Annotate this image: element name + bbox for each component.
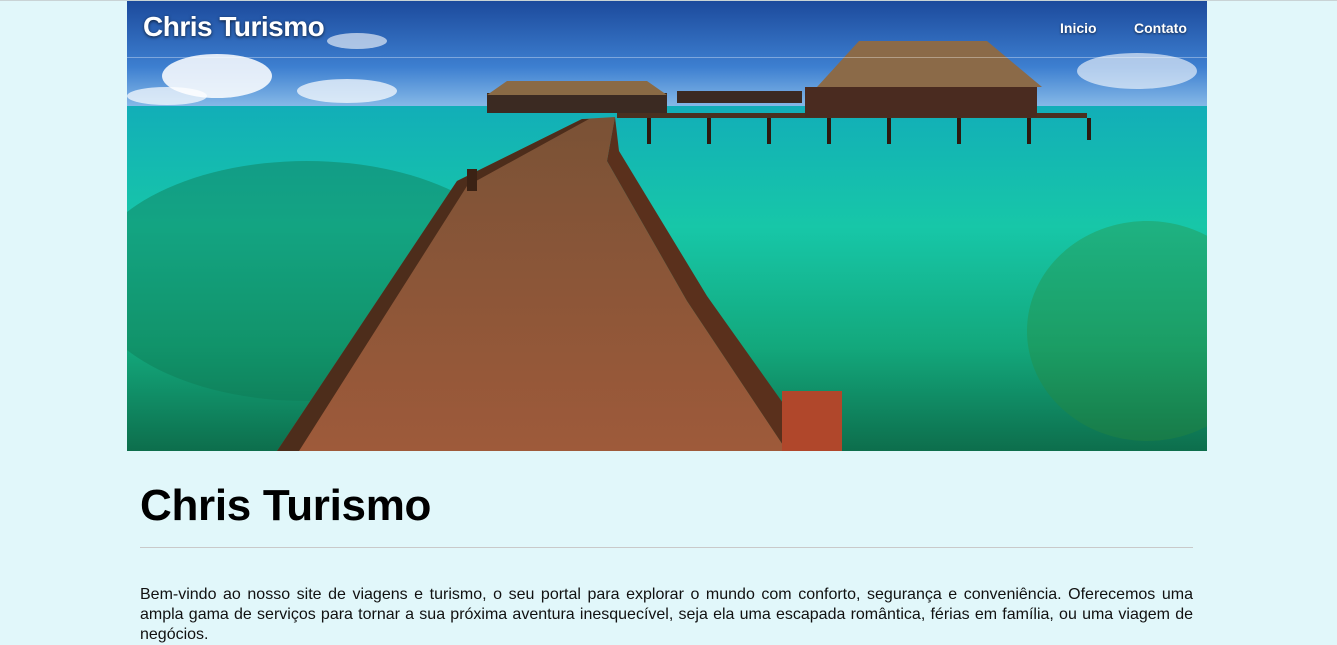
intro-paragraph: Bem-vindo ao nosso site de viagens e tur…: [140, 585, 1193, 643]
brand-link[interactable]: Chris Turismo: [143, 11, 325, 43]
nav-link-contato[interactable]: Contato: [1134, 20, 1187, 36]
hero-image: [127, 1, 1207, 451]
main-content: Chris Turismo Bem-vindo ao nosso site de…: [140, 480, 1193, 645]
page-container: Chris Turismo Inicio Contato: [127, 1, 1207, 451]
title-divider: [140, 546, 1193, 548]
navbar: Chris Turismo Inicio Contato: [127, 1, 1207, 58]
nav-link-inicio[interactable]: Inicio: [1060, 20, 1097, 36]
page-title: Chris Turismo: [140, 481, 432, 530]
hero-banner: Chris Turismo Inicio Contato: [127, 1, 1207, 451]
